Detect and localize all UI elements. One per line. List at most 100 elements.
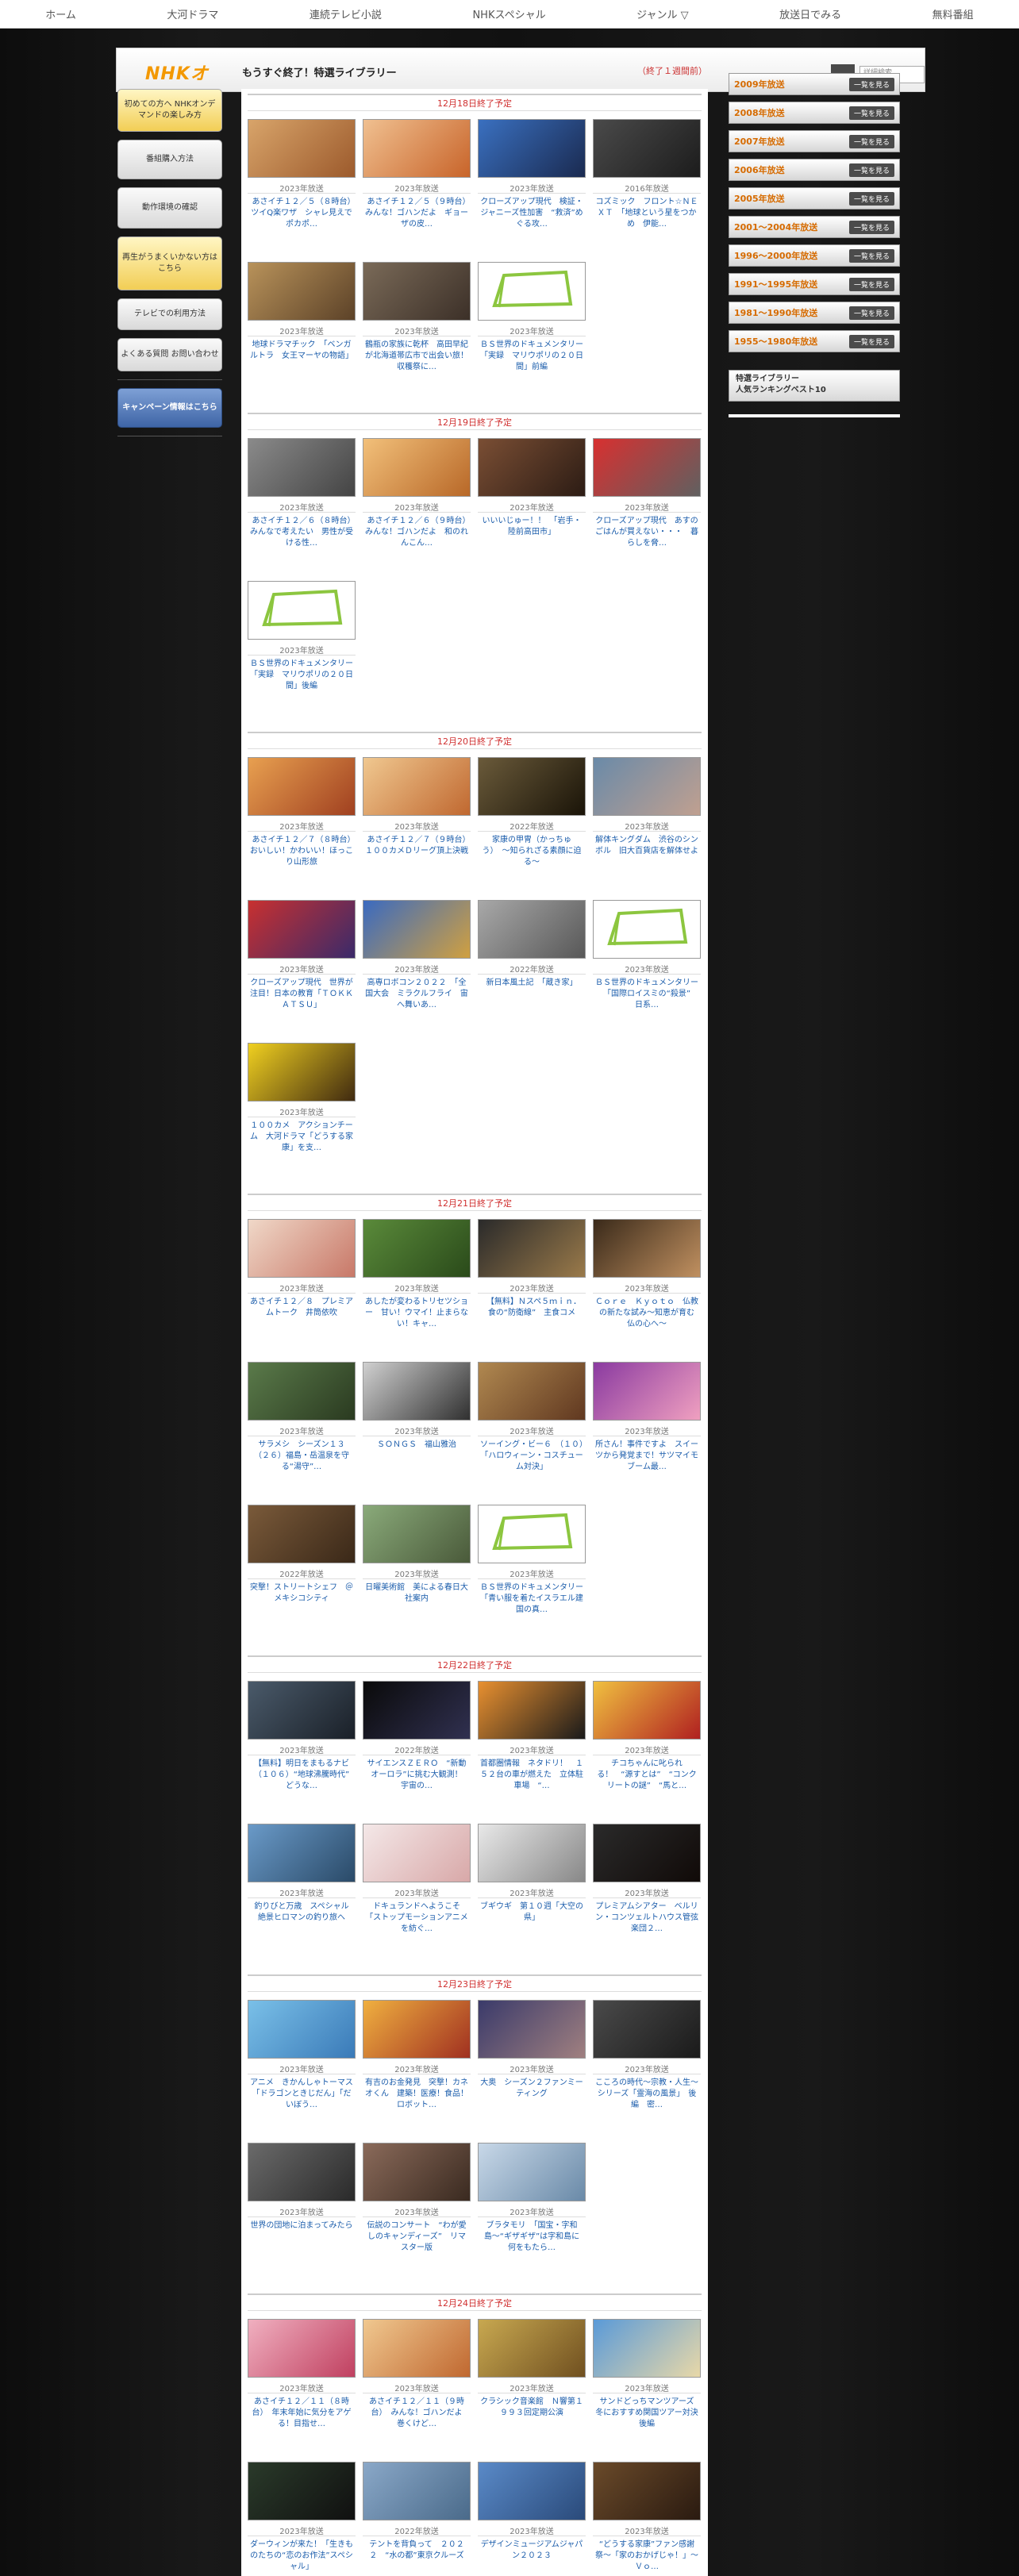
- program-title-link[interactable]: ＢＳ世界のドキュメンタリー 「実録 マリウポリの２０日間」後編: [248, 655, 356, 699]
- program-card[interactable]: 2023年放送 あさイチ１２／１１（８時台） 年末年始に気分をアゲる！目指せ…: [248, 2319, 356, 2462]
- program-card[interactable]: 2023年放送 サンドどっちマンツアーズ 冬におすすめ関国ツアー対決 後編: [593, 2319, 701, 2462]
- view-list-button[interactable]: 一覧を見る: [848, 220, 894, 234]
- program-title-link[interactable]: コズミック フロント☆ＮＥＸＴ 「地球という星をつかめ 伊能…: [593, 193, 701, 237]
- view-list-button[interactable]: 一覧を見る: [848, 134, 894, 148]
- view-list-button[interactable]: 一覧を見る: [848, 163, 894, 177]
- program-thumbnail[interactable]: [248, 1043, 356, 1102]
- program-card[interactable]: 2023年放送 ＳＯＮＧＳ 福山雅治: [363, 1362, 471, 1505]
- program-thumbnail[interactable]: [363, 1681, 471, 1740]
- program-title-link[interactable]: 突撃！ストリートシェフ ＠メキシコシティ: [248, 1578, 356, 1623]
- year-filter-button[interactable]: 2006年放送 一覧を見る: [729, 159, 900, 181]
- program-thumbnail[interactable]: [248, 757, 356, 816]
- program-card[interactable]: 2023年放送 釣りびと万歳 スペシャル 絶景ヒロマンの釣り旅へ: [248, 1824, 356, 1967]
- program-thumbnail[interactable]: [363, 1362, 471, 1421]
- program-thumbnail[interactable]: [363, 438, 471, 497]
- program-title-link[interactable]: チコちゃんに叱られる！ “源すとは” “コンクリートの謎” “馬と…: [593, 1755, 701, 1799]
- program-thumbnail[interactable]: [363, 757, 471, 816]
- program-card[interactable]: 2023年放送 １００カメ アクションチーム 大河ドラマ「どうする家康」を支…: [248, 1043, 356, 1186]
- program-card[interactable]: 2023年放送 ブギウギ 第１０週「大空の県」: [478, 1824, 586, 1967]
- program-title-link[interactable]: 釣りびと万歳 スペシャル 絶景ヒロマンの釣り旅へ: [248, 1897, 356, 1942]
- playback-help-button[interactable]: 再生がうまくいかない方はこちら: [117, 236, 222, 290]
- program-thumbnail[interactable]: [363, 1505, 471, 1563]
- program-card[interactable]: 2022年放送 テントを背負って ２０２２ “水の都”東京クルーズ: [363, 2462, 471, 2576]
- year-filter-button[interactable]: 2001〜2004年放送 一覧を見る: [729, 216, 900, 238]
- program-card[interactable]: 2023年放送 あさイチ１２／６（９時台） みんな！ゴハンだよ 和のれんこん…: [363, 438, 471, 581]
- program-title-link[interactable]: あさイチ１２／５（８時台） ツイQ楽ワザ シャレ見えでポカポ…: [248, 193, 356, 237]
- nav-asadora[interactable]: 連続テレビ小説: [310, 6, 382, 21]
- program-card[interactable]: 2023年放送 ＢＳ世界のドキュメンタリー 「国際ロイスミの“殺景” 日系…: [593, 900, 701, 1043]
- program-card[interactable]: 2023年放送 あさイチ１２／１１（９時台） みんな！ゴハンだよ 巻くけど…: [363, 2319, 471, 2462]
- view-list-button[interactable]: 一覧を見る: [848, 334, 894, 348]
- program-title-link[interactable]: 伝説のコンサート “わが愛しのキャンディーズ” リマスター版: [363, 2217, 471, 2261]
- program-title-link[interactable]: 所さん！事件ですよ スイーツから発覚まで！サツマイモブーム最…: [593, 1436, 701, 1480]
- program-card[interactable]: 2023年放送 【無料】明日をまもるナビ （１０６）“地球沸騰時代” どうな…: [248, 1681, 356, 1824]
- program-thumbnail[interactable]: [478, 2143, 586, 2201]
- faq-button[interactable]: よくある質問 お問い合わせ: [117, 338, 222, 371]
- purchase-button[interactable]: 番組購入方法: [117, 140, 222, 179]
- year-filter-button[interactable]: 1955〜1980年放送 一覧を見る: [729, 330, 900, 352]
- program-card[interactable]: 2023年放送 日曜美術館 美による春日大社案内: [363, 1505, 471, 1647]
- program-thumbnail[interactable]: [593, 757, 701, 816]
- program-thumbnail[interactable]: [593, 1681, 701, 1740]
- program-thumbnail[interactable]: [363, 2000, 471, 2059]
- program-card[interactable]: 2023年放送 プレミアムシアター ベルリン・コンツェルトハウス管弦楽団２…: [593, 1824, 701, 1967]
- program-card[interactable]: 2023年放送 ＢＳ世界のドキュメンタリー 「実録 マリウポリの２０日間」後編: [248, 581, 356, 724]
- program-thumbnail[interactable]: [478, 1824, 586, 1882]
- program-thumbnail[interactable]: [363, 2143, 471, 2201]
- program-card[interactable]: 2023年放送 所さん！事件ですよ スイーツから発覚まで！サツマイモブーム最…: [593, 1362, 701, 1505]
- program-card[interactable]: 2023年放送 高専ロボコン２０２２ 「全国大会 ミラクルフライ 宙へ舞いあ…: [363, 900, 471, 1043]
- program-title-link[interactable]: ブラタモリ 「国宝・字和島〜“ギザギザ”は字和島に何をもたら…: [478, 2217, 586, 2261]
- nav-by-date[interactable]: 放送日でみる: [779, 6, 841, 21]
- program-thumbnail[interactable]: [248, 1219, 356, 1278]
- view-list-button[interactable]: 一覧を見る: [848, 248, 894, 263]
- program-thumbnail[interactable]: [363, 2319, 471, 2378]
- program-title-link[interactable]: “どうする家康”ファン感謝祭〜「家のおかげじゃ！」〜 Ｖｏ…: [593, 2536, 701, 2576]
- program-thumbnail[interactable]: [248, 1824, 356, 1882]
- program-thumbnail[interactable]: [593, 1824, 701, 1882]
- program-card[interactable]: 2023年放送 伝説のコンサート “わが愛しのキャンディーズ” リマスター版: [363, 2143, 471, 2286]
- program-card[interactable]: 2023年放送 解体キングダム 渋谷のシンボル 旧大百貨店を解体せよ: [593, 757, 701, 900]
- program-title-link[interactable]: クラシック音楽館 Ｎ響第１９９３回定期公演: [478, 2393, 586, 2437]
- program-title-link[interactable]: あしたが変わるトリセツショー 甘い！ウマイ！止まらない！キャ…: [363, 1293, 471, 1337]
- program-card[interactable]: 2023年放送 アニメ きかんしゃトーマス 「ドラゴンときじだん」「だいぼう…: [248, 2000, 356, 2143]
- program-card[interactable]: 2023年放送 クローズアップ現代 世界が注目！日本の教育「ＴＯＫＫＡＴＳＵ」: [248, 900, 356, 1043]
- program-thumbnail[interactable]: [593, 1219, 701, 1278]
- tv-usage-button[interactable]: テレビでの利用方法: [117, 298, 222, 330]
- program-card[interactable]: 2023年放送 クローズアップ現代 あすのごはんが買えない・・・ 暮らしを脅…: [593, 438, 701, 581]
- program-title-link[interactable]: 【無料】Ｎスペ５ｍｉｎ． 食の“防衛線” 主食コメ: [478, 1293, 586, 1337]
- program-title-link[interactable]: デザインミュージアムジャパン２０２３: [478, 2536, 586, 2576]
- program-thumbnail[interactable]: [593, 900, 701, 959]
- program-title-link[interactable]: 新日本風土記 「蔵き家」: [478, 974, 586, 1018]
- program-card[interactable]: 2023年放送 【無料】Ｎスペ５ｍｉｎ． 食の“防衛線” 主食コメ: [478, 1219, 586, 1362]
- program-thumbnail[interactable]: [478, 1505, 586, 1563]
- program-thumbnail[interactable]: [478, 2462, 586, 2520]
- program-title-link[interactable]: いいいじゅー！！ 「岩手・陸前高田市」: [478, 512, 586, 556]
- program-title-link[interactable]: 世界の団地に泊まってみたら: [248, 2217, 356, 2261]
- program-title-link[interactable]: ＳＯＮＧＳ 福山雅治: [363, 1436, 471, 1480]
- program-title-link[interactable]: 日曜美術館 美による春日大社案内: [363, 1578, 471, 1623]
- program-card[interactable]: 2023年放送 地球ドラマチック 「ベンガルトラ 女王マーヤの物語」: [248, 262, 356, 405]
- program-title-link[interactable]: あさイチ１２／６（９時台） みんな！ゴハンだよ 和のれんこん…: [363, 512, 471, 556]
- program-title-link[interactable]: 高専ロボコン２０２２ 「全国大会 ミラクルフライ 宙へ舞いあ…: [363, 974, 471, 1018]
- program-thumbnail[interactable]: [478, 2000, 586, 2059]
- program-title-link[interactable]: クローズアップ現代 検証・ジャニーズ性加害 “救済”めぐる攻…: [478, 193, 586, 237]
- program-card[interactable]: 2023年放送 あさイチ１２／６（８時台） みんなで考えたい 男性が受ける性…: [248, 438, 356, 581]
- program-thumbnail[interactable]: [478, 262, 586, 321]
- program-card[interactable]: 2023年放送 Ｃｏｒｅ Ｋｙｏｔｏ 仏教の新たな試み〜知恵が育む 仏の心へ〜: [593, 1219, 701, 1362]
- program-thumbnail[interactable]: [593, 2462, 701, 2520]
- program-title-link[interactable]: 解体キングダム 渋谷のシンボル 旧大百貨店を解体せよ: [593, 831, 701, 875]
- nav-home[interactable]: ホーム: [45, 6, 76, 21]
- program-title-link[interactable]: クローズアップ現代 あすのごはんが買えない・・・ 暮らしを脅…: [593, 512, 701, 556]
- program-title-link[interactable]: 首都圏情報 ネタドリ！ １５２台の車が燃えた 立体駐車場 “…: [478, 1755, 586, 1799]
- nav-nhk-special[interactable]: NHKスペシャル: [472, 6, 545, 21]
- program-title-link[interactable]: クローズアップ現代 世界が注目！日本の教育「ＴＯＫＫＡＴＳＵ」: [248, 974, 356, 1018]
- program-thumbnail[interactable]: [363, 119, 471, 178]
- program-card[interactable]: 2023年放送 大奥 シーズン２ファンミーティング: [478, 2000, 586, 2143]
- program-thumbnail[interactable]: [248, 900, 356, 959]
- program-card[interactable]: 2023年放送 あさイチ１２／７（９時台） １００カメＤリーグ頂上決戦: [363, 757, 471, 900]
- program-card[interactable]: 2023年放送 あさイチ１２／５（９時台） みんな！ゴハンだよ ギョーザの皮…: [363, 119, 471, 262]
- year-filter-button[interactable]: 2009年放送 一覧を見る: [729, 73, 900, 95]
- program-title-link[interactable]: ソーイング・ビー６ （１０）「ハロウィーン・コスチューム対決」: [478, 1436, 586, 1480]
- year-filter-button[interactable]: 2005年放送 一覧を見る: [729, 187, 900, 210]
- program-card[interactable]: 2023年放送 あしたが変わるトリセツショー 甘い！ウマイ！止まらない！キャ…: [363, 1219, 471, 1362]
